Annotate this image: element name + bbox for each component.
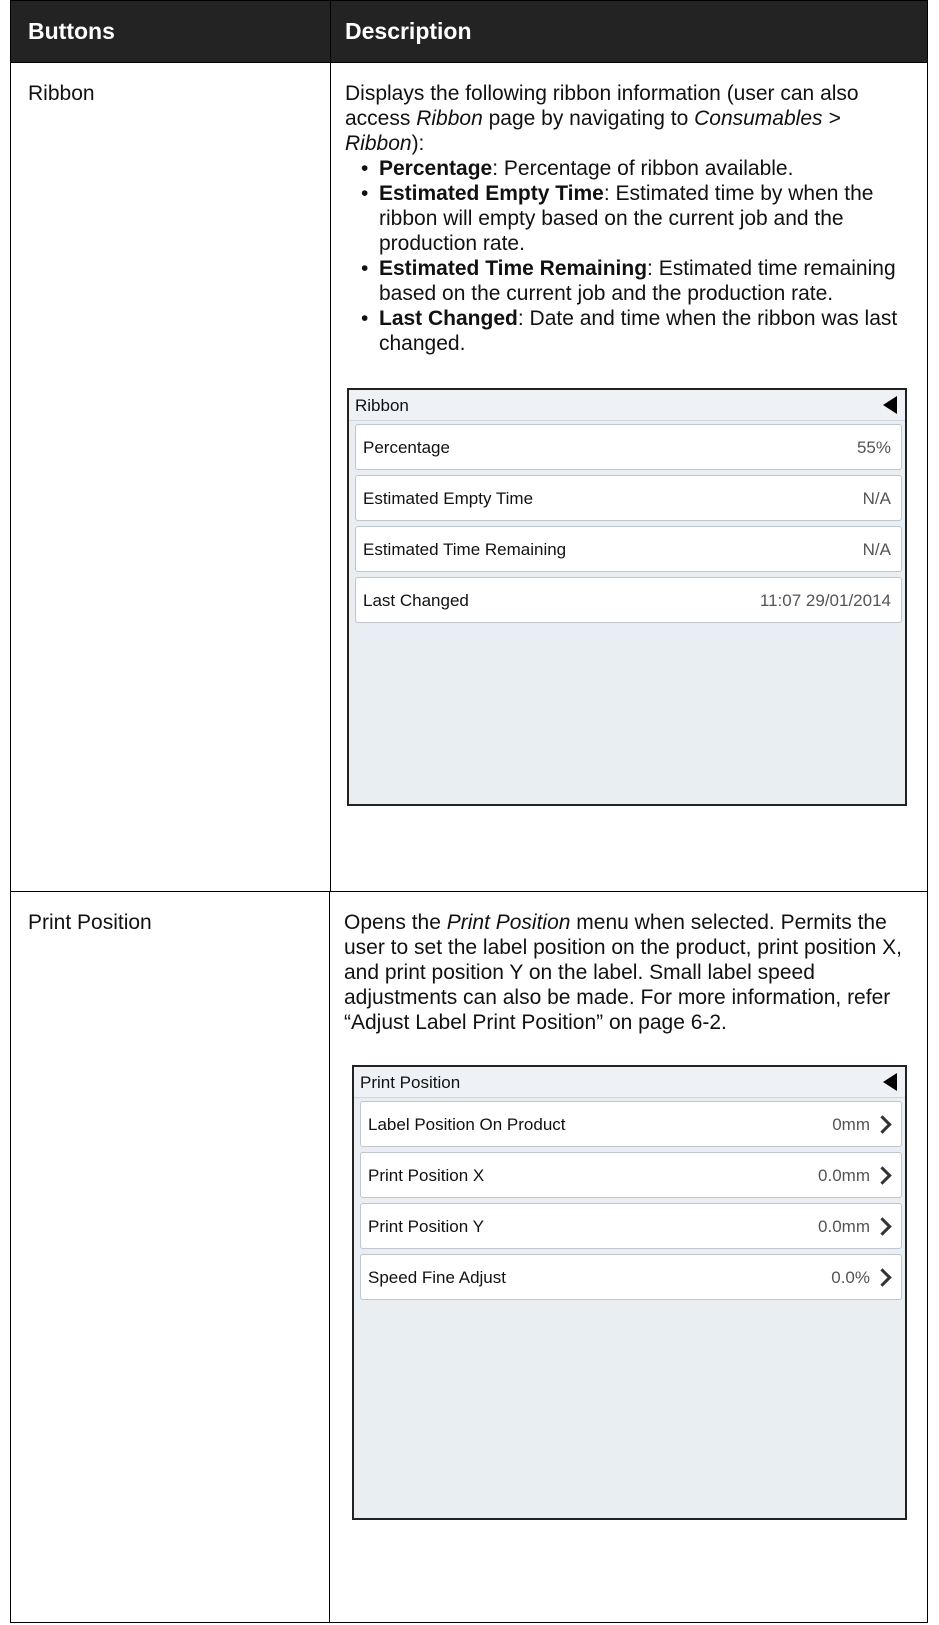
list-item: • Last Changed: Date and time when the ri… [361, 307, 898, 355]
panel-title-bar: Ribbon [349, 390, 905, 421]
description-cell: Opens the Print Position menu when selec… [330, 892, 927, 1622]
print-item-position-x[interactable]: Print Position X 0.0mm [360, 1152, 902, 1198]
chevron-right-icon [873, 1114, 892, 1134]
table-row: Print Position Opens the Print Position … [11, 892, 927, 1622]
ribbon-panel-screenshot: Ribbon Percentage 55% Estimated Empty Tim… [347, 388, 907, 806]
panel-title-bar: Print Position [354, 1067, 905, 1098]
button-name: Ribbon [11, 63, 331, 891]
ribbon-item-time-remaining[interactable]: Estimated Time Remaining N/A [355, 526, 902, 572]
print-item-speed-fine-adjust[interactable]: Speed Fine Adjust 0.0% [360, 1254, 902, 1300]
button-name: Print Position [11, 892, 330, 1622]
panel-body: Label Position On Product 0mm Print Posit… [354, 1098, 905, 1300]
ribbon-item-last-changed[interactable]: Last Changed 11:07 29/01/2014 [355, 577, 902, 623]
table-row: Ribbon Displays the following ribbon inf… [11, 63, 927, 892]
panel-title: Print Position [360, 1072, 461, 1092]
print-item-position-y[interactable]: Print Position Y 0.0mm [360, 1203, 902, 1249]
bullet-list: • Percentage: Percentage of ribbon availa… [345, 156, 917, 356]
panel-title: Ribbon [355, 395, 409, 415]
table-header: Buttons Description [11, 1, 927, 63]
ribbon-item-empty-time[interactable]: Estimated Empty Time N/A [355, 475, 902, 521]
description-text: Displays the following ribbon informatio… [345, 82, 859, 155]
description-cell: Displays the following ribbon informatio… [331, 63, 927, 891]
header-description: Description [345, 18, 472, 44]
chevron-right-icon [873, 1267, 892, 1287]
back-arrow-icon[interactable] [883, 396, 897, 414]
header-buttons: Buttons [11, 1, 331, 62]
chevron-right-icon [873, 1216, 892, 1236]
print-item-label-position[interactable]: Label Position On Product 0mm [360, 1101, 902, 1147]
list-item: • Percentage: Percentage of ribbon availa… [361, 157, 794, 180]
panel-body: Percentage 55% Estimated Empty Time N/A Es… [349, 421, 905, 623]
list-item: • Estimated Empty Time: Estimated time by… [361, 182, 874, 255]
list-item: • Estimated Time Remaining: Estimated tim… [361, 257, 896, 305]
chevron-right-icon [873, 1165, 892, 1185]
description-text: Opens the Print Position menu when selec… [344, 911, 903, 1034]
buttons-table: Buttons Description Ribbon Displays the … [10, 0, 928, 1623]
print-position-panel-screenshot: Print Position Label Position On Product… [352, 1065, 907, 1520]
back-arrow-icon[interactable] [883, 1073, 897, 1091]
ribbon-item-percentage[interactable]: Percentage 55% [355, 424, 902, 470]
